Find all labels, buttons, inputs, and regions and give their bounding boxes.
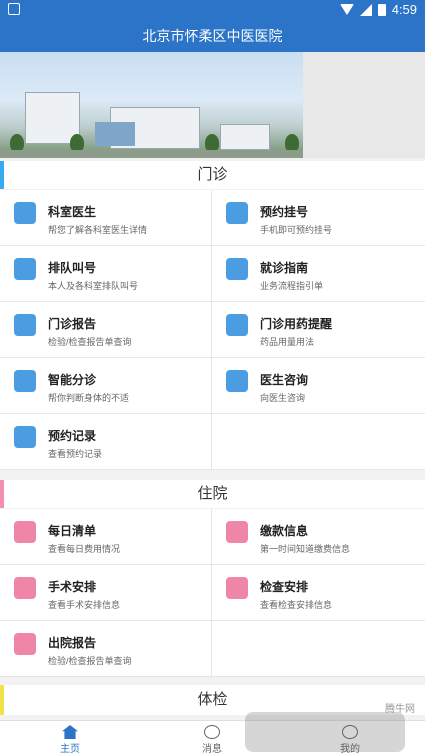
menu-item-title: 检查安排 bbox=[260, 580, 309, 594]
menu-item-subtitle: 检验/检查报告单查询 bbox=[48, 656, 132, 666]
tab-messages-label: 消息 bbox=[202, 744, 222, 755]
tab-home-label: 主页 bbox=[60, 744, 80, 755]
menu-item-title: 每日清单 bbox=[48, 524, 97, 538]
menu-item-subtitle: 帮您了解各科室医生详情 bbox=[48, 225, 148, 235]
consult-icon bbox=[226, 370, 248, 392]
menu-item-medicine-reminder[interactable]: 门诊用药提醒 药品用量用法 bbox=[212, 302, 425, 358]
section-accent-bar bbox=[0, 161, 4, 189]
menu-item-subtitle: 业务流程指引单 bbox=[260, 281, 324, 291]
menu-item-discharge-report[interactable]: 出院报告 检验/检查报告单查询 bbox=[0, 621, 212, 677]
section-accent-bar bbox=[0, 480, 4, 508]
menu-item-daily-bill[interactable]: 每日清单 查看每日费用情况 bbox=[0, 509, 212, 565]
menu-item-subtitle: 药品用量用法 bbox=[260, 337, 315, 347]
message-icon bbox=[204, 725, 220, 739]
section-inpatient-header: 住院 bbox=[0, 480, 425, 508]
menu-item-title: 门诊报告 bbox=[48, 317, 97, 331]
menu-item-subtitle: 查看手术安排信息 bbox=[48, 600, 121, 610]
tab-messages[interactable]: 消息 bbox=[192, 723, 232, 755]
wifi-icon bbox=[339, 4, 354, 15]
doctor-icon bbox=[14, 202, 36, 224]
notification-icon bbox=[8, 3, 20, 15]
menu-item-queue[interactable]: 排队叫号 本人及各科室排队叫号 bbox=[0, 246, 212, 302]
menu-item-exam[interactable]: 检查安排 查看检查安排信息 bbox=[212, 565, 425, 621]
menu-item-title: 科室医生 bbox=[48, 205, 97, 219]
outpatient-grid: 科室医生 帮您了解各科室医生详情 预约挂号 手机即可预约挂号 排队叫号 本人及各… bbox=[0, 190, 425, 470]
watermark: 腾牛网 bbox=[245, 700, 415, 752]
menu-item-booking[interactable]: 预约挂号 手机即可预约挂号 bbox=[212, 190, 425, 246]
phone-booking-icon bbox=[226, 202, 248, 224]
empty-cell bbox=[212, 414, 425, 470]
menu-item-subtitle: 查看每日费用情况 bbox=[48, 544, 121, 554]
menu-item-title: 缴款信息 bbox=[260, 524, 309, 538]
menu-item-subtitle: 本人及各科室排队叫号 bbox=[48, 281, 139, 291]
page-title: 北京市怀柔区中医医院 bbox=[0, 20, 425, 52]
daily-bill-icon bbox=[14, 521, 36, 543]
report-icon bbox=[14, 314, 36, 336]
battery-icon bbox=[377, 3, 386, 16]
menu-item-title: 医生咨询 bbox=[260, 373, 309, 387]
menu-item-title: 预约记录 bbox=[48, 429, 97, 443]
menu-item-payment[interactable]: 缴款信息 第一时间知道缴费信息 bbox=[212, 509, 425, 565]
menu-item-title: 就诊指南 bbox=[260, 261, 309, 275]
section-outpatient-header: 门诊 bbox=[0, 161, 425, 189]
booking-record-icon bbox=[14, 426, 36, 448]
menu-item-booking-record[interactable]: 预约记录 查看预约记录 bbox=[0, 414, 212, 470]
menu-item-title: 排队叫号 bbox=[48, 261, 97, 275]
status-bar: 4:59 bbox=[0, 0, 425, 20]
home-icon bbox=[62, 725, 78, 739]
medicine-icon bbox=[226, 314, 248, 336]
section-accent-bar bbox=[0, 685, 4, 715]
menu-item-surgery[interactable]: 手术安排 查看手术安排信息 bbox=[0, 565, 212, 621]
surgery-icon bbox=[14, 577, 36, 599]
hospital-photo bbox=[0, 52, 303, 158]
discharge-report-icon bbox=[14, 633, 36, 655]
menu-item-outpatient-report[interactable]: 门诊报告 检验/检查报告单查询 bbox=[0, 302, 212, 358]
section-physical-exam-title: 体检 bbox=[197, 691, 228, 708]
section-inpatient-title: 住院 bbox=[197, 485, 228, 502]
menu-item-subtitle: 查看预约记录 bbox=[48, 449, 103, 459]
menu-item-title: 出院报告 bbox=[48, 636, 97, 650]
queue-people-icon bbox=[14, 258, 36, 280]
menu-item-subtitle: 手机即可预约挂号 bbox=[260, 225, 333, 235]
menu-item-triage[interactable]: 智能分诊 帮你判断身体的不适 bbox=[0, 358, 212, 414]
wallet-icon bbox=[226, 521, 248, 543]
menu-item-subtitle: 向医生咨询 bbox=[260, 393, 306, 403]
watermark-logo bbox=[245, 712, 405, 752]
signal-icon bbox=[359, 3, 372, 16]
menu-item-subtitle: 检验/检查报告单查询 bbox=[48, 337, 132, 347]
section-outpatient-title: 门诊 bbox=[197, 166, 228, 183]
triage-icon bbox=[14, 370, 36, 392]
menu-item-subtitle: 帮你判断身体的不适 bbox=[48, 393, 130, 403]
empty-cell bbox=[212, 621, 425, 677]
status-time: 4:59 bbox=[391, 2, 417, 17]
menu-item-subtitle: 查看检查安排信息 bbox=[260, 600, 333, 610]
menu-item-title: 智能分诊 bbox=[48, 373, 97, 387]
menu-item-doctors[interactable]: 科室医生 帮您了解各科室医生详情 bbox=[0, 190, 212, 246]
menu-item-subtitle: 第一时间知道缴费信息 bbox=[260, 544, 351, 554]
menu-item-title: 预约挂号 bbox=[260, 205, 309, 219]
inpatient-grid: 每日清单 查看每日费用情况 缴款信息 第一时间知道缴费信息 手术安排 查看手术安… bbox=[0, 509, 425, 677]
menu-item-consult[interactable]: 医生咨询 向医生咨询 bbox=[212, 358, 425, 414]
hospital-banner[interactable] bbox=[0, 52, 425, 158]
menu-item-title: 手术安排 bbox=[48, 580, 97, 594]
exam-icon bbox=[226, 577, 248, 599]
signpost-icon bbox=[226, 258, 248, 280]
tab-home[interactable]: 主页 bbox=[50, 723, 90, 755]
menu-item-title: 门诊用药提醒 bbox=[260, 317, 333, 331]
menu-item-guide[interactable]: 就诊指南 业务流程指引单 bbox=[212, 246, 425, 302]
